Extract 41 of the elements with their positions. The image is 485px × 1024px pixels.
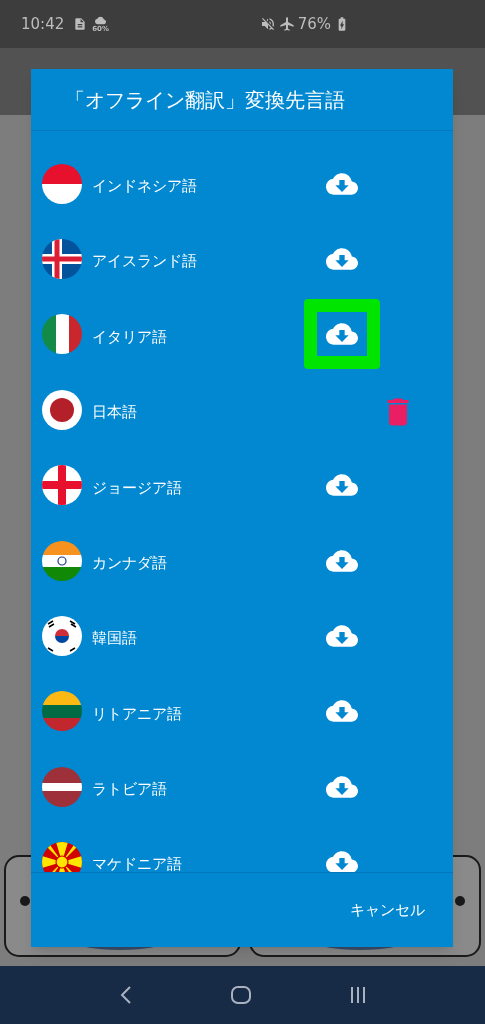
weather-icon [95,15,107,26]
language-row[interactable]: ラトビア語 [31,749,453,825]
back-icon[interactable] [119,986,132,1004]
flag-icon [42,691,82,732]
language-row[interactable]: 日本語 [31,372,453,448]
flag-icon [42,766,82,807]
language-row[interactable]: インドネシア語 [31,146,453,222]
language-name: 日本語 [92,402,138,424]
language-row[interactable]: カンナダ語 [31,522,453,599]
language-row[interactable]: リトアニア語 [31,673,453,750]
flag-icon [42,314,82,355]
recent-apps-icon[interactable] [349,987,366,1003]
language-name: カンナダ語 [92,552,168,574]
language-name: ラトビア語 [92,779,168,801]
language-row[interactable]: イタリア語 [31,296,453,373]
flag-icon [42,540,82,581]
mute-icon [259,16,276,32]
flag-icon [42,389,82,430]
language-row[interactable]: マケドニア語 [31,824,453,872]
flag-icon [42,239,82,280]
language-name: ジョージア語 [92,477,183,499]
cancel-button[interactable]: キャンセル [342,892,433,928]
airplane-icon [278,16,295,32]
flag-icon [42,163,82,204]
language-row[interactable]: ジョージア語 [31,447,453,523]
flag-icon [42,465,82,506]
home-icon[interactable] [230,986,251,1004]
language-name: 韓国語 [92,628,138,650]
dialog-title: 「オフライン翻訳」変換先言語 [65,86,345,114]
language-name: リトアニア語 [92,703,183,725]
language-row[interactable]: 韓国語 [31,598,453,674]
language-name: マケドニア語 [92,854,183,872]
status-time: 10:42 [21,13,65,35]
flag-icon [42,616,82,657]
language-name: イタリア語 [92,326,168,348]
language-row[interactable]: アイスランド語 [31,221,453,297]
document-icon [73,17,88,31]
flag-icon [42,842,82,872]
battery-percent: 76% [297,13,331,35]
language-name: インドネシア語 [92,175,198,197]
language-name: アイスランド語 [92,251,198,273]
